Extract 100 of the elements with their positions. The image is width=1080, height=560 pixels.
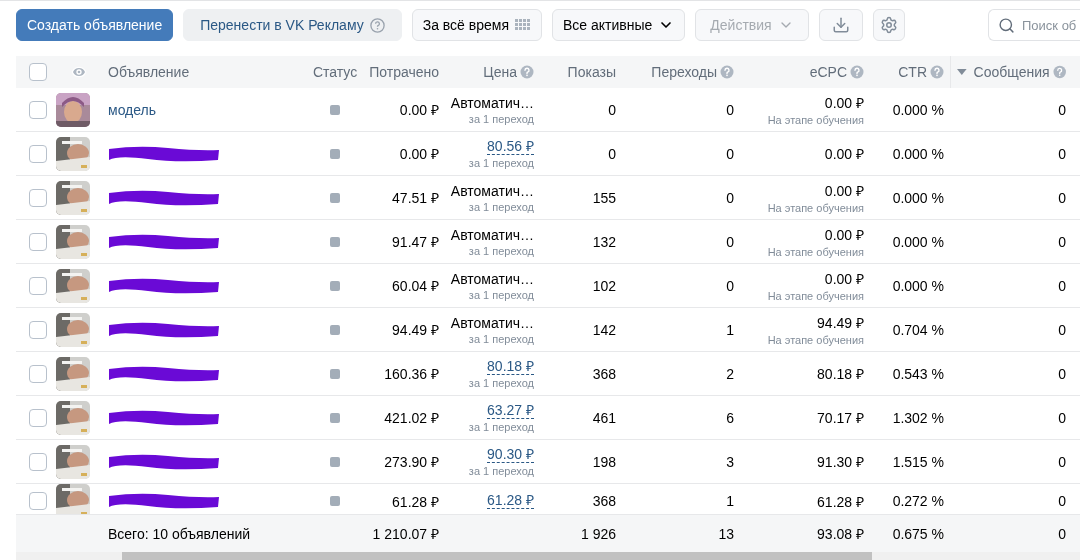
spent-cell-text: 60.04 ₽ xyxy=(392,277,439,295)
column-header[interactable]: Переходы xyxy=(622,56,740,88)
ctr-cell: 0.704 % xyxy=(892,321,944,338)
ctr-cell: 0.000 % xyxy=(892,277,944,294)
checkbox[interactable] xyxy=(29,188,47,207)
messages-cell: 0 xyxy=(1058,493,1066,509)
total-ctr: 0.675 % xyxy=(892,525,944,542)
price-link[interactable]: 90.30 ₽ xyxy=(487,446,534,463)
messages-cell: 0 xyxy=(1058,365,1066,382)
shows-cell: 198 xyxy=(592,453,616,470)
status-icon xyxy=(330,456,340,467)
clicks-cell: 0 xyxy=(726,145,734,162)
clicks-cell: 0 xyxy=(726,189,734,206)
learning-note: На этапе обучения xyxy=(767,114,864,126)
filter-dropdown[interactable]: Все активные xyxy=(552,9,686,41)
search-field[interactable]: Поиск об xyxy=(988,9,1080,41)
price-link[interactable]: 63.27 ₽ xyxy=(487,402,534,419)
price-note: за 1 переход xyxy=(468,332,534,345)
messages-cell: 0 xyxy=(1058,233,1066,250)
messages-cell: 0 xyxy=(1058,321,1066,338)
shows-cell: 461 xyxy=(592,409,616,426)
column-header[interactable]: Сообщения xyxy=(950,56,1072,88)
transfer-button[interactable]: Перенести в VK Рекламу xyxy=(183,9,402,41)
help-icon[interactable] xyxy=(850,65,864,79)
price-note: за 1 переход xyxy=(468,200,534,213)
price-text: Автоматич… xyxy=(450,182,534,199)
help-icon[interactable] xyxy=(1052,65,1066,79)
download-button[interactable] xyxy=(818,9,863,41)
create-ad-button[interactable]: Создать объявление xyxy=(16,9,174,41)
status-icon xyxy=(330,368,340,379)
checkbox[interactable] xyxy=(29,144,47,163)
checkbox[interactable] xyxy=(29,408,47,427)
settings-button[interactable] xyxy=(872,9,905,41)
clicks-cell: 1 xyxy=(726,321,734,338)
clicks-cell: 6 xyxy=(726,409,734,426)
status-icon xyxy=(330,496,340,506)
price-note: за 1 переход xyxy=(468,376,534,389)
shows-cell: 155 xyxy=(592,189,616,206)
column-header[interactable]: eCPC xyxy=(740,56,870,88)
price-note: за 1 переход xyxy=(468,420,534,433)
price-note: за 1 переход xyxy=(468,156,534,169)
messages-cell: 0 xyxy=(1058,453,1066,470)
price-link[interactable]: 80.18 ₽ xyxy=(487,358,534,375)
checkbox[interactable] xyxy=(29,63,47,81)
column-header[interactable]: Статус xyxy=(310,56,360,88)
ecpc-cell-text: 0.00 ₽ xyxy=(824,94,864,112)
spent-cell-text: 160.36 ₽ xyxy=(384,365,439,383)
column-header[interactable]: Объявление xyxy=(102,56,310,88)
ctr-cell: 1.302 % xyxy=(892,409,944,426)
help-icon xyxy=(369,17,385,33)
search-icon xyxy=(998,17,1015,34)
checkbox[interactable] xyxy=(29,364,47,383)
ecpc-cell-text: 94.49 ₽ xyxy=(817,314,864,332)
clicks-cell: 1 xyxy=(726,493,734,509)
price-link[interactable]: 80.56 ₽ xyxy=(487,138,534,155)
ecpc-cell-text: 0.00 ₽ xyxy=(824,145,864,163)
messages-cell: 0 xyxy=(1058,101,1066,118)
ctr-cell: 0.000 % xyxy=(892,101,944,118)
messages-cell: 0 xyxy=(1058,409,1066,426)
status-icon xyxy=(330,280,340,291)
messages-cell: 0 xyxy=(1058,145,1066,162)
table-row[interactable]: 273.90 ₽ 90.30 ₽ за 1 переход 198 3 91.30 ₽ 1.515 % 0 xyxy=(16,440,1080,484)
spent-cell-text: 47.51 ₽ xyxy=(392,189,439,207)
status-icon xyxy=(330,236,340,247)
checkbox[interactable] xyxy=(29,320,47,339)
price-text: Автоматич… xyxy=(450,94,534,111)
ctr-cell: 0.543 % xyxy=(892,365,944,382)
checkbox[interactable] xyxy=(29,232,47,251)
checkbox[interactable] xyxy=(29,452,47,471)
column-header[interactable]: Показы xyxy=(540,56,622,88)
ctr-cell: 0.000 % xyxy=(892,145,944,162)
column-header[interactable]: Цена xyxy=(445,56,540,88)
status-icon xyxy=(330,192,340,203)
help-icon[interactable] xyxy=(720,65,734,79)
messages-cell: 0 xyxy=(1058,189,1066,206)
ad-name-link[interactable]: модель xyxy=(108,101,157,118)
price-note: за 1 переход xyxy=(468,464,534,477)
total-spent: 1 210.07 ₽ xyxy=(372,525,439,543)
eye-icon xyxy=(71,64,87,80)
checkbox[interactable] xyxy=(29,492,47,510)
spent-cell-text: 0.00 ₽ xyxy=(399,145,439,163)
checkbox[interactable] xyxy=(29,276,47,295)
help-icon[interactable] xyxy=(930,65,944,79)
help-icon[interactable] xyxy=(520,65,534,79)
horizontal-scrollbar[interactable] xyxy=(16,552,1080,560)
column-header[interactable]: CTR xyxy=(870,56,950,88)
period-button[interactable]: За всё время xyxy=(411,9,542,41)
table-row[interactable]: 160.36 ₽ 80.18 ₽ за 1 переход 368 2 80.18 ₽ 0.543 % 0 xyxy=(16,352,1080,396)
spent-cell-text: 0.00 ₽ xyxy=(399,101,439,119)
shows-cell: 0 xyxy=(608,145,616,162)
column-header[interactable]: Потрачено xyxy=(360,56,445,88)
ctr-cell: 0.000 % xyxy=(892,233,944,250)
shows-cell: 142 xyxy=(592,321,616,338)
table-row[interactable]: 421.02 ₽ 63.27 ₽ за 1 переход 461 6 70.17 ₽ 1.302 % 0 xyxy=(16,396,1080,440)
table-row[interactable]: 0.00 ₽ 80.56 ₽ за 1 переход 0 0 0.00 ₽ 0.000 % 0 xyxy=(16,132,1080,176)
price-note: за 1 переход xyxy=(468,288,534,301)
price-link[interactable]: 61.28 ₽ xyxy=(487,493,534,509)
total-clicks: 13 xyxy=(718,525,734,542)
settings-icon xyxy=(879,16,898,34)
checkbox[interactable] xyxy=(29,100,47,119)
